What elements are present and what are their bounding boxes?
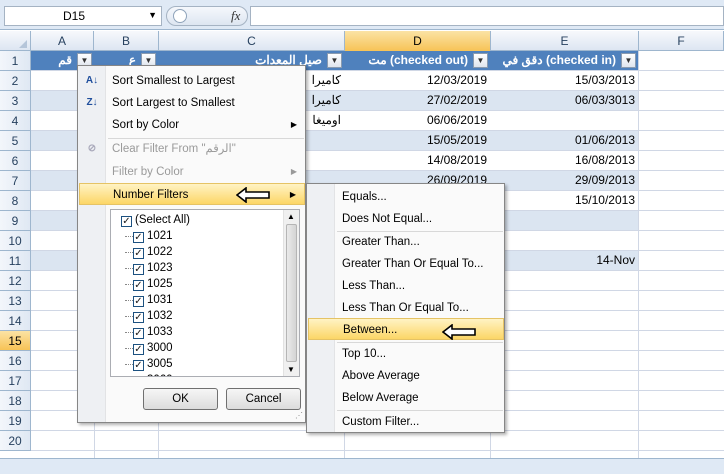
chevron-right-icon: ▶ [290,120,297,129]
value-checkbox[interactable]: ✓ 1021 [125,228,173,244]
cell-d[interactable]: 15/05/2019 [344,131,490,150]
column-header-a[interactable]: A [31,31,94,51]
cell-d[interactable]: 12/03/2019 [344,71,490,90]
value-checkbox[interactable]: ✓ 1033 [125,324,173,340]
scroll-down-icon[interactable]: ▼ [287,365,295,374]
equals-item[interactable]: Equals... [308,186,504,208]
top-10-item[interactable]: Top 10... [308,343,504,365]
column-header-b[interactable]: B [94,31,159,51]
select-all-corner[interactable] [0,31,31,51]
table-header-d: مت (checked out) [344,51,490,70]
row-header[interactable]: 14 [0,311,31,331]
row-header[interactable]: 19 [0,411,31,431]
scroll-thumb[interactable] [286,224,297,362]
row-header[interactable]: 5 [0,131,31,151]
filter-by-color-item: Filter by Color ▶ [79,161,305,183]
column-header-f[interactable]: F [639,31,724,51]
row-header[interactable]: 3 [0,91,31,111]
less-than-item[interactable]: Less Than... [308,275,504,297]
value-checkbox[interactable]: ✓3060 [133,372,173,376]
cell-e[interactable] [490,111,638,130]
column-headers: A B C D E F [0,31,724,51]
filter-dropdown-e[interactable]: ▼ [621,53,636,68]
custom-filter-item[interactable]: Custom Filter... [308,411,504,433]
value-checkbox[interactable]: ✓ 1025 [125,276,173,292]
sort-descending-item[interactable]: Z↓ Sort Largest to Smallest [79,92,305,114]
cancel-button[interactable]: Cancel [226,388,301,410]
row-header-selected[interactable]: 15 [0,331,31,351]
row-header[interactable]: 11 [0,251,31,271]
cell-e[interactable]: 01/06/2013 [490,131,638,150]
clear-filter-icon: ⊘ [87,143,97,154]
number-filters-submenu: Equals... Does Not Equal... Greater Than… [306,183,505,433]
cell-d[interactable]: 14/08/2019 [344,151,490,170]
formula-bar: D15 ▼ fx [0,0,724,30]
row-header[interactable]: 6 [0,151,31,171]
greater-than-item[interactable]: Greater Than... [308,231,504,253]
insert-function-button[interactable]: fx [231,8,240,24]
scroll-up-icon[interactable]: ▲ [287,212,295,221]
cell-e[interactable]: 29/09/2013 [490,171,638,190]
above-average-item[interactable]: Above Average [308,365,504,387]
row-header[interactable]: 1 [0,51,31,71]
name-box[interactable]: D15 ▼ [4,6,162,26]
less-or-equal-item[interactable]: Less Than Or Equal To... [308,297,504,319]
cell-e[interactable]: 06/03/3013 [490,91,638,110]
formula-tools: fx [166,6,248,26]
resize-grip-icon[interactable]: ⋰ [295,411,303,420]
filter-values-list[interactable]: ✓ (Select All) ✓ 1021 ✓ 1022 ✓ 1023 ✓ 1025 ✓ 1… [110,209,300,377]
chevron-right-icon: ▶ [290,167,297,176]
row-header[interactable]: 18 [0,391,31,411]
column-header-d[interactable]: D [345,31,491,51]
sort-by-color-item[interactable]: Sort by Color ▶ [79,114,305,136]
annotation-arrow-icon [236,187,270,203]
value-checkbox[interactable]: ✓ 3005 [125,356,173,372]
value-checkbox-select-all[interactable]: ✓ (Select All) [121,212,190,228]
name-box-value: D15 [63,9,86,23]
below-average-item[interactable]: Below Average [308,387,504,409]
filter-dropdown-d[interactable]: ▼ [473,53,488,68]
expand-dot-icon[interactable] [173,9,187,23]
cell-d[interactable]: 06/06/2019 [344,111,490,130]
does-not-equal-item[interactable]: Does Not Equal... [308,208,504,230]
chevron-down-icon[interactable]: ▼ [148,10,157,20]
row-header[interactable]: 2 [0,71,31,91]
sort-ascending-item[interactable]: A↓ Sort Smallest to Largest [79,70,305,92]
cell-e[interactable]: 15/03/2013 [490,71,638,90]
row-header[interactable]: 7 [0,171,31,191]
table-header-e: دقق في (checked in) [490,51,638,70]
cell-e[interactable]: 16/08/2013 [490,151,638,170]
value-checkbox[interactable]: ✓ 3000 [125,340,173,356]
clear-filter-item: ⊘ Clear Filter From "الرقم" [79,138,305,160]
filter-dropdown-c[interactable]: ▼ [327,53,342,68]
value-checkbox[interactable]: ✓ 1031 [125,292,173,308]
ok-button[interactable]: OK [143,388,218,410]
sort-az-icon: A↓ [85,75,99,86]
row-header[interactable]: 8 [0,191,31,211]
number-filters-item[interactable]: Number Filters ▶ [79,183,305,205]
greater-or-equal-item[interactable]: Greater Than Or Equal To... [308,253,504,275]
row-header[interactable]: 20 [0,431,31,451]
list-scrollbar[interactable]: ▲ ▼ [283,210,299,376]
cell-e[interactable]: 15/10/2013 [490,191,638,210]
value-checkbox[interactable]: ✓ 1032 [125,308,173,324]
row-header[interactable]: 16 [0,351,31,371]
annotation-arrow-icon [442,324,476,340]
value-checkbox[interactable]: ✓ 1023 [125,260,173,276]
row-header[interactable]: 17 [0,371,31,391]
column-header-c[interactable]: C [159,31,345,51]
value-checkbox[interactable]: ✓ 1022 [125,244,173,260]
sheet-tab-bar [0,458,724,474]
row-header[interactable]: 13 [0,291,31,311]
row-header[interactable]: 9 [0,211,31,231]
sort-za-icon: Z↓ [86,97,98,108]
chevron-right-icon: ▶ [289,190,296,199]
formula-input[interactable] [250,6,724,26]
cell-e[interactable]: 14-Nov [490,251,638,270]
cell-d[interactable]: 27/02/2019 [344,91,490,110]
row-header[interactable]: 4 [0,111,31,131]
row-header[interactable]: 12 [0,271,31,291]
column-header-e[interactable]: E [491,31,639,51]
row-header[interactable]: 10 [0,231,31,251]
